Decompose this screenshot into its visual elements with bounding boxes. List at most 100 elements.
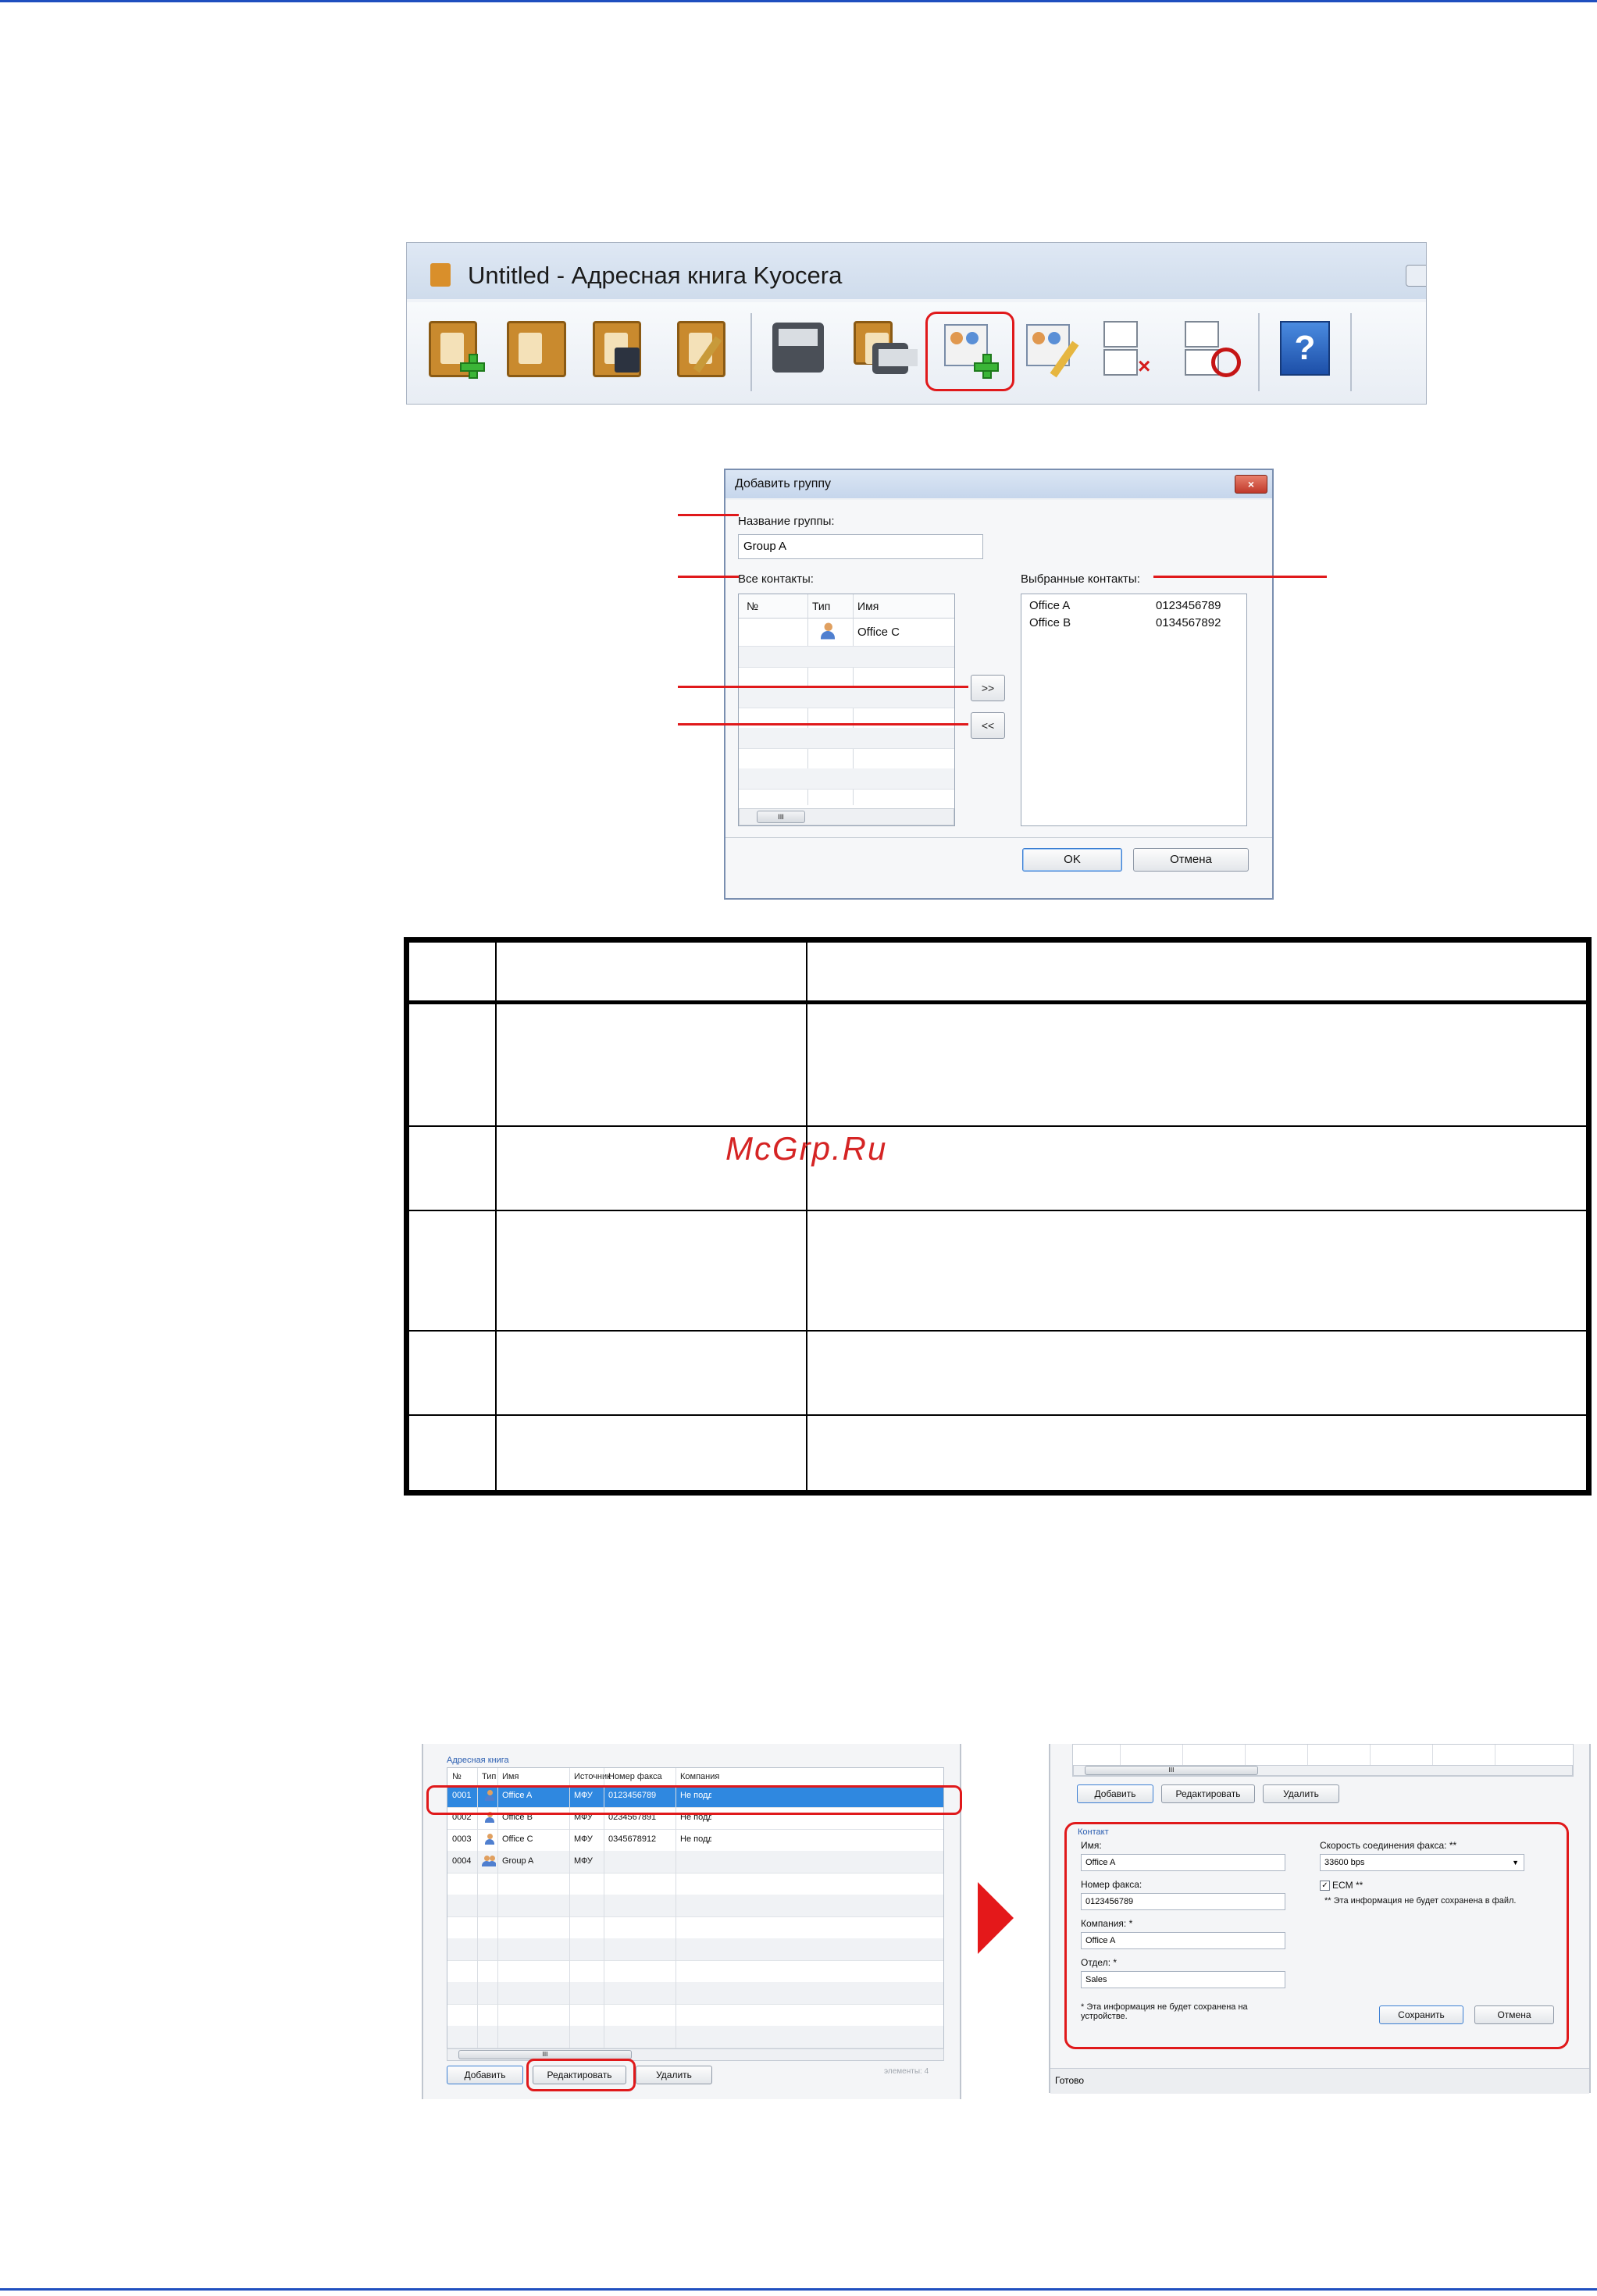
horizontal-scrollbar[interactable]: III	[447, 2048, 944, 2061]
window-title: Untitled - Адресная книга Kyocera	[468, 262, 843, 289]
open-address-book-icon[interactable]	[502, 316, 566, 379]
column-header[interactable]: №	[452, 1772, 462, 1781]
table-row[interactable]: 0004 Group A МФУ	[447, 1851, 943, 1874]
fax-field[interactable]: 0123456789	[1081, 1893, 1285, 1910]
scroll-thumb[interactable]: III	[1085, 1766, 1258, 1775]
company-field[interactable]: Office A	[1081, 1932, 1285, 1949]
edit-address-book-icon[interactable]	[672, 316, 735, 379]
add-group-dialog: Добавить группу × Название группы: Group…	[724, 469, 1274, 900]
cell-fax: 0345678912	[608, 1834, 657, 1844]
clear-contacts-icon[interactable]	[1177, 316, 1241, 379]
column-header[interactable]: Номер факса	[608, 1772, 662, 1781]
toolbar-window: Untitled - Адресная книга Kyocera × ?	[406, 242, 1427, 405]
edit-contact-icon[interactable]	[1020, 316, 1082, 379]
top-rule	[0, 0, 1597, 2]
column-header[interactable]: Имя	[502, 1772, 519, 1781]
table-row[interactable]	[447, 1982, 943, 2005]
delete-button[interactable]: Удалить	[636, 2066, 712, 2084]
table-row[interactable]	[447, 1873, 943, 1895]
contact-form: Контакт Имя: Office A Номер факса: 01234…	[1064, 1822, 1569, 2049]
add-to-group-button[interactable]: >>	[971, 675, 1005, 701]
edit-button-highlight	[526, 2059, 636, 2091]
cell-no: 0003	[452, 1834, 472, 1844]
callout-line-remove-button	[678, 723, 968, 726]
arrow-right-icon	[978, 1882, 1014, 1954]
items-counter: элементы: 4	[884, 2067, 929, 2076]
callout-line-all-contacts	[678, 576, 739, 578]
list-item[interactable]: Office B	[1029, 616, 1071, 629]
department-field[interactable]: Sales	[1081, 1971, 1285, 1988]
status-bar: Готово	[1050, 2068, 1589, 2094]
group-title: Контакт	[1078, 1827, 1109, 1837]
delete-contact-icon[interactable]: ×	[1096, 316, 1158, 379]
address-book-panel: Адресная книга № Тип Имя Источник Номер …	[422, 1744, 962, 2099]
edit-button[interactable]: Редактировать	[1161, 1784, 1255, 1803]
group-name-input[interactable]: Group A	[738, 534, 983, 559]
save-button[interactable]: Сохранить	[1379, 2005, 1463, 2024]
device-address-book-icon[interactable]	[768, 316, 830, 379]
group-name-label: Название группы:	[738, 515, 835, 528]
table-row[interactable]	[447, 2004, 943, 2027]
fax-speed-value: 33600 bps	[1324, 1858, 1365, 1867]
edit-contact-panel: III Добавить Редактировать Удалить Конта…	[1049, 1744, 1591, 2094]
table-row[interactable]	[447, 2026, 943, 2048]
name-field[interactable]: Office A	[1081, 1854, 1285, 1871]
table-rule	[806, 943, 807, 1490]
list-item[interactable]: Office A	[1029, 599, 1070, 612]
app-icon	[430, 263, 451, 287]
selected-contacts-label: Выбранные контакты:	[1021, 572, 1140, 586]
selected-contacts-list[interactable]: Office A 0123456789 Office B 0134567892	[1021, 594, 1247, 826]
table-row[interactable]	[447, 1938, 943, 1961]
transfer-to-device-icon[interactable]	[849, 316, 918, 379]
remove-from-group-button[interactable]: <<	[971, 712, 1005, 739]
dialog-title-bar: Добавить группу ×	[725, 470, 1272, 498]
all-contacts-label: Все контакты:	[738, 572, 814, 586]
column-header[interactable]: Тип	[812, 600, 830, 612]
column-header[interactable]: №	[747, 600, 758, 612]
bottom-rule	[0, 2288, 1597, 2291]
callout-line-selected-contacts	[1153, 576, 1327, 578]
cancel-button[interactable]: Отмена	[1133, 848, 1249, 872]
table-row[interactable]: 0003 Office C МФУ 0345678912 Не поддержи…	[447, 1829, 943, 1852]
close-icon[interactable]: ×	[1235, 475, 1267, 494]
table-rule	[409, 1125, 1586, 1127]
address-book-grid[interactable]: III	[1072, 1744, 1574, 1777]
toolbar-separator	[750, 313, 752, 391]
callout-line-group-name	[678, 514, 739, 516]
minimize-button[interactable]	[1406, 265, 1426, 287]
table-row[interactable]: Office C	[739, 618, 954, 647]
help-icon[interactable]: ?	[1272, 316, 1335, 379]
horizontal-scrollbar[interactable]: III	[739, 808, 954, 825]
dialog-title: Добавить группу	[735, 477, 832, 490]
ecm-checkbox[interactable]: ✓	[1320, 1881, 1330, 1891]
table-row[interactable]	[447, 1916, 943, 1939]
callout-line-add-button	[678, 686, 968, 688]
table-rule	[409, 1000, 1586, 1004]
table-row[interactable]	[447, 1895, 943, 1917]
ok-button[interactable]: OK	[1022, 848, 1122, 872]
person-icon	[485, 1834, 494, 1845]
watermark: McGrp.Ru	[725, 1130, 888, 1167]
person-icon	[821, 622, 835, 640]
save-address-book-icon[interactable]	[588, 316, 651, 379]
column-header[interactable]: Источник	[574, 1772, 611, 1781]
fax-speed-select[interactable]: 33600 bps ▼	[1320, 1854, 1524, 1871]
horizontal-scrollbar[interactable]: III	[1073, 1765, 1573, 1776]
cancel-button[interactable]: Отмена	[1474, 2005, 1554, 2024]
grid-header: № Тип Имя Источник Номер факса Компания	[447, 1768, 943, 1786]
add-button[interactable]: Добавить	[1077, 1784, 1153, 1803]
delete-button[interactable]: Удалить	[1263, 1784, 1339, 1803]
column-header[interactable]: Тип	[482, 1772, 496, 1781]
all-contacts-grid[interactable]: № Тип Имя Office C III	[738, 594, 955, 826]
chevron-down-icon: ▼	[1512, 1859, 1519, 1866]
column-header[interactable]: Компания	[680, 1772, 719, 1781]
column-header[interactable]: Имя	[857, 600, 879, 612]
scroll-thumb[interactable]: III	[757, 811, 805, 823]
add-contact-book-icon[interactable]	[424, 316, 487, 379]
company-label: Компания: *	[1081, 1918, 1133, 1929]
table-row[interactable]	[447, 1960, 943, 1983]
add-button[interactable]: Добавить	[447, 2066, 523, 2084]
status-text: Готово	[1055, 2075, 1085, 2086]
footnote-file: ** Эта информация не будет сохранена в ф…	[1324, 1896, 1517, 1906]
list-item-number: 0123456789	[1156, 599, 1221, 612]
